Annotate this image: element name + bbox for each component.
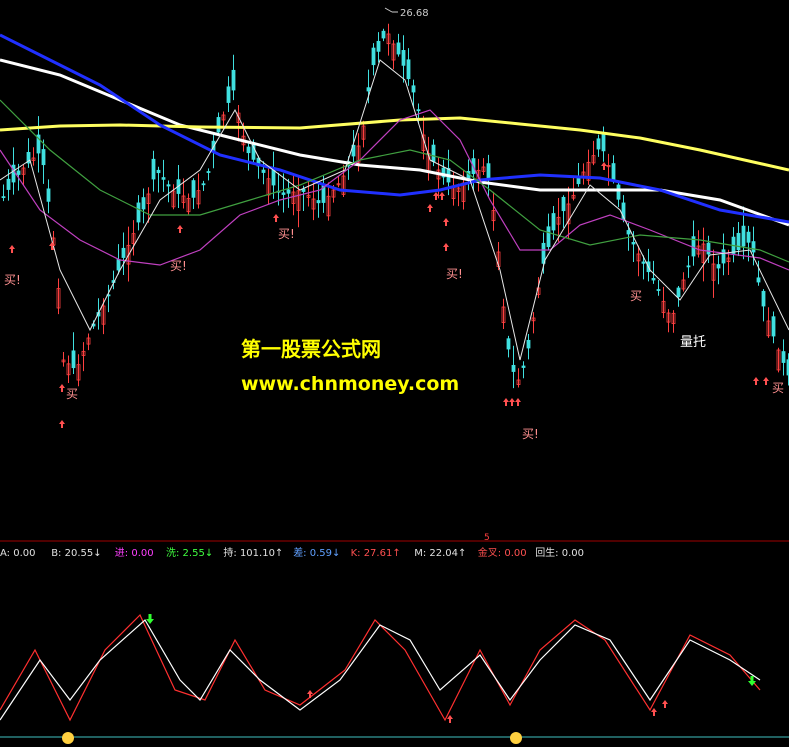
buy-signal-label: 买! [446,267,463,281]
candle-body [316,200,321,204]
candle-body [756,277,761,283]
candle-body [611,163,616,181]
candle-body [721,249,726,264]
candle-body [206,171,211,173]
candle-body [551,213,556,231]
candle-body [261,169,266,173]
candle-body [561,196,566,212]
gold-cross-dot-icon [510,732,522,744]
candle-body [521,365,526,368]
candle-body [626,230,631,235]
candle-body [641,261,646,264]
candle-body [376,40,381,52]
candle-body [596,138,601,150]
gold-cross-dot-icon [62,732,74,744]
high-price-label: 26.68 [400,8,429,19]
candle-body [6,178,11,190]
candle-body [371,47,376,66]
candle-body [136,202,141,223]
candle-body [401,50,406,66]
candle-body [161,177,166,180]
candle-body [431,144,436,163]
buy-signal-label: 买 [630,289,642,303]
candle-body [151,158,156,180]
candle-body [381,30,386,39]
stock-chart-canvas[interactable]: 26.68 买! 买 买! 买! 买! 买! 买 买 量托 第一股票公式网 ww… [0,0,789,747]
indicator-readout: B: 20.55↓ [51,548,101,559]
candle-body [781,351,786,363]
candle-body [741,225,746,247]
indicator-readout: 差: 0.59↓ [293,546,340,559]
candle-body [281,192,286,195]
candle-body [71,350,76,369]
watermark-url: www.chnmoney.com [241,373,459,395]
candle-body [656,289,661,291]
candle-body [676,287,681,298]
indicator-readout: K: 27.61↑ [351,548,401,559]
candle-body [411,85,416,93]
candle-body [511,364,516,372]
candle-body [116,259,121,271]
candle-body [46,188,51,202]
candle-body [16,170,21,175]
candle-body [601,132,606,152]
indicator-readout: 洗: 2.55↓ [166,547,213,559]
candle-body [231,69,236,91]
buy-signal-label: 买 [66,387,78,401]
candle-body [156,169,161,174]
buy-signal-label: 买! [170,259,187,273]
candle-body [506,338,511,350]
candle-body [286,189,291,194]
candle-body [631,242,636,245]
candle-body [651,278,656,281]
volume-support-label: 量托 [680,335,706,350]
indicator-readout: A: 0.00 [0,548,35,559]
candle-body [121,247,126,258]
candle-body [616,184,621,200]
candle-body [246,146,251,154]
candle-body [751,241,756,253]
indicator-readout: 持: 101.10↑ [223,546,283,559]
candle-body [166,184,171,187]
candle-body [191,180,196,198]
candle-body [686,265,691,268]
candle-body [216,117,221,133]
buy-signal-label: 买! [278,227,295,241]
watermark-title: 第一股票公式网 [241,337,381,361]
candle-body [546,226,551,248]
indicator-readout: M: 22.04↑ [414,548,466,559]
candle-body [396,42,401,55]
candle-body [416,109,421,112]
candle-body [706,242,711,255]
indicator-readout: 金叉: 0.00 [478,546,527,559]
candle-body [301,188,306,192]
candle-body [716,264,721,269]
candle-body [141,197,146,210]
candle-body [41,149,46,166]
candle-body [746,231,751,243]
buy-signal-label: 买! [522,427,539,441]
candle-body [406,59,411,80]
candle-body [366,87,371,92]
candle-body [486,163,491,179]
candle-body [1,196,6,199]
buy-signal-label: 买 [772,381,784,395]
candle-body [761,290,766,307]
candle-body [201,183,206,186]
candle-body [271,169,276,186]
indicator-readout: 进: 0.00 [115,547,154,559]
candle-body [226,86,231,103]
candle-body [771,316,776,337]
candle-body [526,339,531,349]
panel-index: 5 [484,533,490,543]
buy-signal-label: 买! [4,273,21,287]
indicator-readout: 回生: 0.00 [535,546,584,559]
candle-body [736,232,741,251]
